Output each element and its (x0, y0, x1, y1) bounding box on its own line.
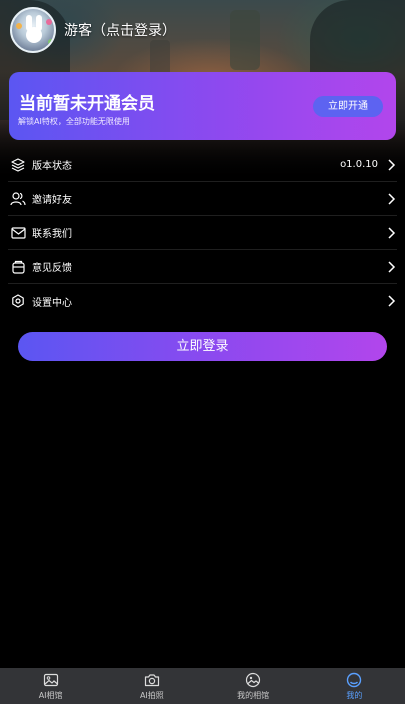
username[interactable]: 游客（点击登录） (64, 20, 176, 40)
settings-menu: 版本状态 o1.0.10 邀请好友 联系我们 意见反馈 设置中心 (8, 148, 397, 318)
menu-label: 意见反馈 (32, 263, 72, 274)
menu-label: 联系我们 (32, 229, 72, 240)
menu-label: 邀请好友 (32, 195, 72, 206)
version-value: o1.0.10 (340, 159, 378, 170)
user-profile[interactable]: 游客（点击登录） (10, 7, 176, 53)
menu-item-version[interactable]: 版本状态 o1.0.10 (8, 148, 397, 182)
menu-item-feedback[interactable]: 意见反馈 (8, 250, 397, 284)
camera-icon (144, 674, 159, 687)
tab-my-studio[interactable]: 我的相馆 (203, 668, 304, 704)
tab-label: 我的相馆 (237, 691, 270, 700)
menu-label: 版本状态 (32, 161, 72, 172)
menu-item-contact[interactable]: 联系我们 (8, 216, 397, 250)
activate-vip-button[interactable]: 立即开通 (313, 96, 383, 117)
feedback-icon (10, 259, 26, 275)
tab-label: AI拍照 (139, 691, 164, 700)
tab-ai-camera[interactable]: AI拍照 (101, 668, 202, 704)
chevron-right-icon (388, 193, 396, 205)
album-icon (246, 672, 261, 688)
chevron-right-icon (388, 295, 396, 307)
vip-title: 当前暂未开通会员 (19, 94, 155, 114)
bottom-tab-bar: AI相馆 AI拍照 我的相馆 我的 (0, 668, 405, 704)
profile-ring-icon (347, 672, 362, 688)
vip-subtitle: 解锁AI特权，全部功能无限使用 (18, 117, 130, 126)
image-icon (43, 673, 58, 687)
vip-banner[interactable]: 当前暂未开通会员 解锁AI特权，全部功能无限使用 立即开通 (9, 72, 396, 140)
menu-item-settings[interactable]: 设置中心 (8, 284, 397, 318)
layers-icon (10, 157, 26, 173)
chevron-right-icon (388, 227, 396, 239)
tab-ai-studio[interactable]: AI相馆 (0, 668, 101, 704)
avatar[interactable] (10, 7, 56, 53)
mail-icon (10, 225, 26, 241)
chevron-right-icon (388, 261, 396, 273)
tab-mine[interactable]: 我的 (304, 668, 405, 704)
chevron-right-icon (388, 159, 396, 171)
tab-label: 我的 (346, 691, 363, 700)
menu-label: 设置中心 (32, 297, 72, 309)
login-button[interactable]: 立即登录 (18, 332, 387, 361)
tab-label: AI相馆 (38, 691, 63, 700)
settings-icon (10, 293, 26, 309)
profile-page: 游客（点击登录） 当前暂未开通会员 解锁AI特权，全部功能无限使用 立即开通 版… (0, 0, 405, 704)
menu-item-invite[interactable]: 邀请好友 (8, 182, 397, 216)
users-icon (10, 191, 26, 207)
